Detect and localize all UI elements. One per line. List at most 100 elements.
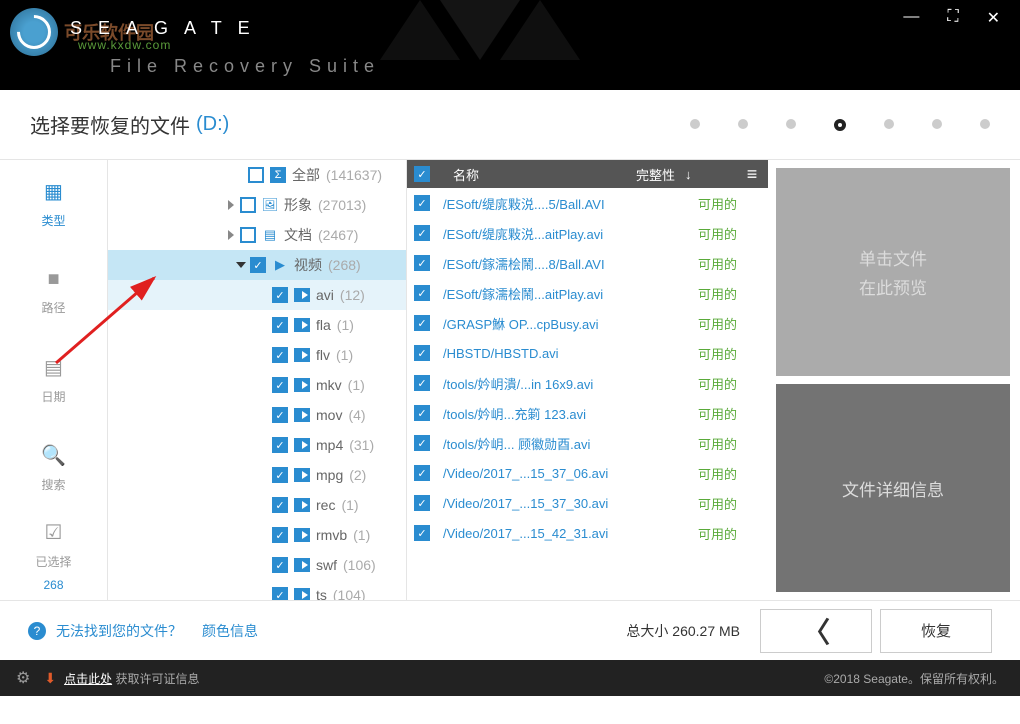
video-file-icon (294, 498, 310, 512)
tree-row-ext[interactable]: ✓swf(106) (108, 550, 406, 580)
tree-row-ext[interactable]: ✓avi(12) (108, 280, 406, 310)
checkbox[interactable]: ✓ (414, 495, 430, 511)
menu-icon[interactable]: ≡ (736, 164, 768, 185)
checkbox[interactable]: ✓ (272, 437, 288, 453)
sidebar-item-search[interactable]: 🔍 搜索 (0, 424, 107, 512)
tree-row-images[interactable]: 🖼 形象 (27013) (108, 190, 406, 220)
list-row[interactable]: ✓/Video/2017_...15_42_31.avi可用的 (407, 518, 768, 548)
step-dot (884, 119, 894, 129)
file-status: 可用的 (698, 494, 768, 513)
sort-icon[interactable]: ↓ (685, 167, 692, 182)
checkbox[interactable]: ✓ (272, 407, 288, 423)
tree-row-ext[interactable]: ✓flv(1) (108, 340, 406, 370)
tree-row-ext[interactable]: ✓mpg(2) (108, 460, 406, 490)
list-row[interactable]: ✓/ESoft/缇庣敤涚....5/Ball.AVI可用的 (407, 188, 768, 218)
checkbox[interactable]: ✓ (272, 587, 288, 600)
checkbox[interactable]: ✓ (272, 347, 288, 363)
col-name[interactable]: 名称 (443, 165, 636, 184)
checkbox[interactable]: ✓ (272, 557, 288, 573)
tree-count: (141637) (326, 167, 382, 183)
check-icon: ☑ (45, 520, 63, 545)
checkbox[interactable]: ✓ (414, 315, 430, 331)
click-here-link[interactable]: 点击此处 (64, 670, 112, 687)
list-row[interactable]: ✓/ESoft/缇庣敤涚...aitPlay.avi可用的 (407, 218, 768, 248)
help-link[interactable]: 无法找到您的文件？ (56, 621, 182, 641)
checkbox[interactable]: ✓ (414, 375, 430, 391)
ext-count: (1) (341, 497, 358, 513)
app-header: 可乐软件园 www.kxdw.com SEAGATE File Recovery… (0, 0, 1020, 90)
col-integrity[interactable]: 完整性 (636, 165, 675, 184)
help-icon[interactable]: ? (28, 622, 46, 640)
sidebar-item-path[interactable]: ■ 路径 (0, 248, 107, 336)
checkbox[interactable]: ✓ (414, 195, 430, 211)
list-row[interactable]: ✓/Video/2017_...15_37_06.avi可用的 (407, 458, 768, 488)
minimize-icon[interactable]: — (903, 8, 919, 28)
file-name: /tools/妗岄... 顾徽勋酉.avi (443, 434, 698, 453)
file-status: 可用的 (698, 374, 768, 393)
list-row[interactable]: ✓ /Video/2017_...15_37_30.avi可用的 (407, 488, 768, 518)
document-icon: ▤ (262, 227, 278, 243)
ext-count: (2) (349, 467, 366, 483)
expand-icon[interactable] (236, 262, 246, 268)
video-file-icon (294, 438, 310, 452)
checkbox[interactable]: ✓ (272, 467, 288, 483)
checkbox[interactable]: ✓ (414, 255, 430, 271)
checkbox[interactable]: ✓ (414, 465, 430, 481)
tree-row-ext[interactable]: ✓fla(1) (108, 310, 406, 340)
gear-icon[interactable]: ⚙ (16, 668, 30, 688)
tree-row-ext[interactable]: ✓ts(104) (108, 580, 406, 600)
ext-label: rmvb (316, 527, 347, 543)
checkbox-all[interactable]: ✓ (414, 166, 430, 182)
expand-icon[interactable] (228, 200, 234, 210)
checkbox[interactable]: ✓ (414, 525, 430, 541)
tree-row-ext[interactable]: ✓rmvb(1) (108, 520, 406, 550)
file-status: 可用的 (698, 284, 768, 303)
checkbox[interactable] (248, 167, 264, 183)
maximize-icon[interactable]: ⛶ (947, 8, 958, 28)
checkbox[interactable]: ✓ (414, 345, 430, 361)
checkbox[interactable] (240, 227, 256, 243)
subtitle: File Recovery Suite (110, 56, 380, 77)
close-icon[interactable]: ✕ (987, 8, 1000, 28)
checkbox[interactable]: ✓ (272, 527, 288, 543)
recover-button[interactable]: 恢复 (880, 609, 992, 653)
list-row[interactable]: ✓/tools/妗岄... 顾徽勋酉.avi可用的 (407, 428, 768, 458)
checkbox[interactable]: ✓ (272, 377, 288, 393)
checkbox[interactable]: ✓ (250, 257, 266, 273)
expand-icon[interactable] (228, 230, 234, 240)
checkbox[interactable]: ✓ (272, 287, 288, 303)
list-row[interactable]: ✓/ESoft/鎵濡桧鬧...aitPlay.avi可用的 (407, 278, 768, 308)
list-row[interactable]: ✓/tools/妗岄...充箣 123.avi可用的 (407, 398, 768, 428)
checkbox[interactable]: ✓ (272, 317, 288, 333)
ext-count: (31) (349, 437, 374, 453)
list-row[interactable]: ✓/HBSTD/HBSTD.avi可用的 (407, 338, 768, 368)
sidebar-item-type[interactable]: ▦ 类型 (0, 160, 107, 248)
tree-row-ext[interactable]: ✓mkv(1) (108, 370, 406, 400)
preview-box: 单击文件 在此预览 (776, 168, 1010, 376)
sidebar-label: 路径 (41, 299, 65, 316)
file-name: /Video/2017_...15_37_30.avi (443, 496, 698, 511)
color-info-link[interactable]: 颜色信息 (202, 621, 258, 641)
checkbox[interactable]: ✓ (414, 285, 430, 301)
tree-row-ext[interactable]: ✓mov(4) (108, 400, 406, 430)
checkbox[interactable]: ✓ (414, 435, 430, 451)
sidebar-item-selected[interactable]: ☑ 已选择 268 (0, 512, 107, 600)
list-row[interactable]: ✓/ESoft/鎵濡桧鬧....8/Ball.AVI可用的 (407, 248, 768, 278)
list-row[interactable]: ✓/GRASP鮴 OP...cpBusy.avi可用的 (407, 308, 768, 338)
video-icon: ▶ (272, 257, 288, 273)
checkbox[interactable]: ✓ (414, 225, 430, 241)
sidebar-item-date[interactable]: ▤ 日期 (0, 336, 107, 424)
file-name: /ESoft/缇庣敤涚...aitPlay.avi (443, 224, 698, 243)
list-row[interactable]: ✓/tools/妗岄潰/...in 16x9.avi可用的 (407, 368, 768, 398)
video-file-icon (294, 528, 310, 542)
tree-row-ext[interactable]: ✓mp4(31) (108, 430, 406, 460)
checkbox[interactable] (240, 197, 256, 213)
license-text: 获取许可证信息 (115, 670, 199, 687)
checkbox[interactable]: ✓ (272, 497, 288, 513)
back-button[interactable]: 〈 (760, 609, 872, 653)
tree-row-docs[interactable]: ▤ 文档 (2467) (108, 220, 406, 250)
tree-row-ext[interactable]: ✓rec(1) (108, 490, 406, 520)
tree-row-video[interactable]: ✓ ▶ 视频 (268) (108, 250, 406, 280)
checkbox[interactable]: ✓ (414, 405, 430, 421)
tree-row-all[interactable]: Σ 全部 (141637) (108, 160, 406, 190)
